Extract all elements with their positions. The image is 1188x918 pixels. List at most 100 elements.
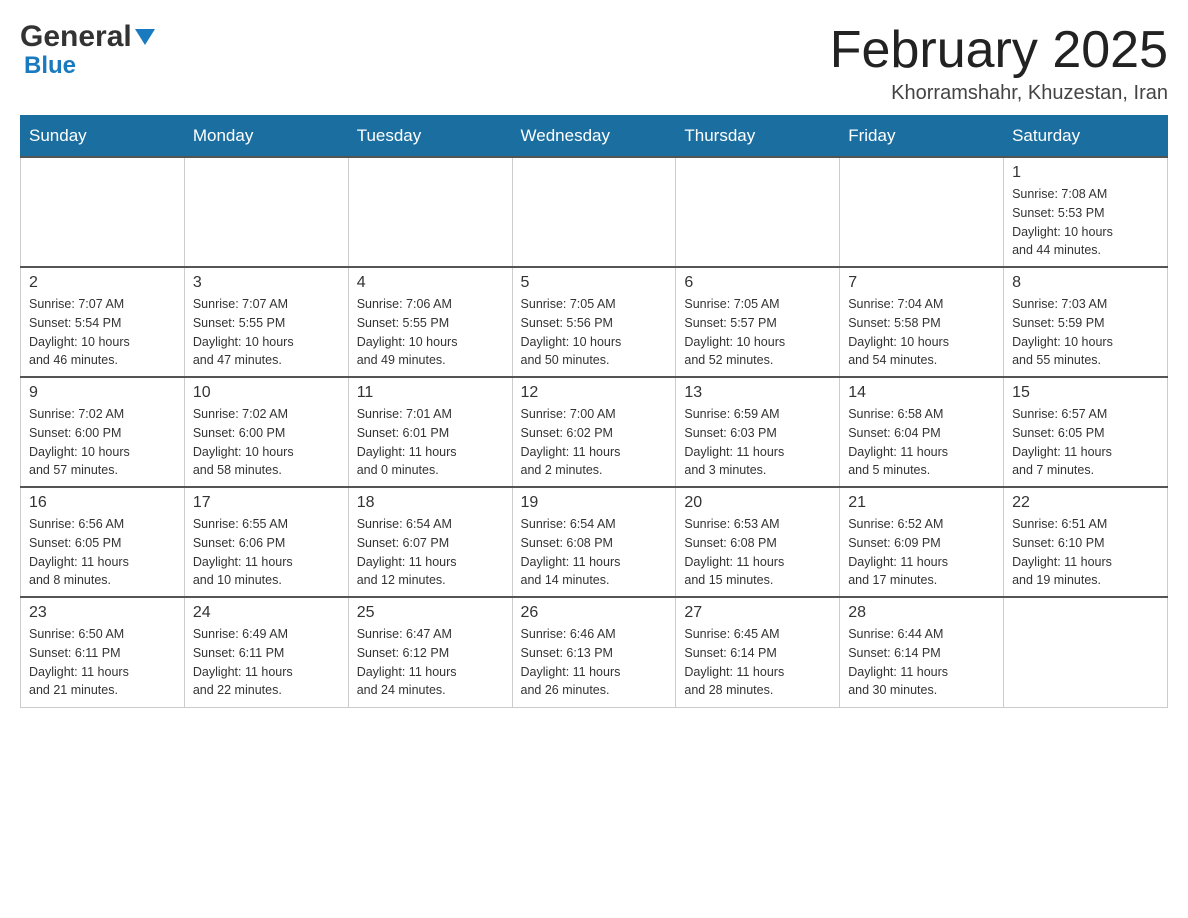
day-info: Sunrise: 7:02 AMSunset: 6:00 PMDaylight:… [193,405,340,480]
day-number: 7 [848,274,995,292]
logo-general-text: General [20,20,132,54]
calendar-cell: 22 Sunrise: 6:51 AMSunset: 6:10 PMDayligh… [1004,487,1168,597]
calendar-cell: 5Sunrise: 7:05 AMSunset: 5:56 PMDaylight… [512,267,676,377]
day-number: 24 [193,604,340,622]
day-info: Sunrise: 7:01 AMSunset: 6:01 PMDaylight:… [357,405,504,480]
calendar-cell: 1 Sunrise: 7:08 AMSunset: 5:53 PMDaylight… [1004,157,1168,267]
day-number: 3 [193,274,340,292]
calendar-cell: 10 Sunrise: 7:02 AMSunset: 6:00 PMDayligh… [184,377,348,487]
day-info: Sunrise: 6:56 AMSunset: 6:05 PMDaylight:… [29,515,176,590]
day-header-saturday: Saturday [1004,116,1168,158]
calendar-cell: 16 Sunrise: 6:56 AMSunset: 6:05 PMDayligh… [21,487,185,597]
day-number: 26 [521,604,668,622]
day-header-monday: Monday [184,116,348,158]
logo-blue-text: Blue [24,52,76,79]
calendar-cell: 21 Sunrise: 6:52 AMSunset: 6:09 PMDayligh… [840,487,1004,597]
logo-triangle-icon [135,29,155,50]
day-header-friday: Friday [840,116,1004,158]
day-number: 2 [29,274,176,292]
calendar-week-row: 1 Sunrise: 7:08 AMSunset: 5:53 PMDaylight… [21,157,1168,267]
day-number: 13 [684,384,831,402]
day-number: 9 [29,384,176,402]
calendar-cell: 11 Sunrise: 7:01 AMSunset: 6:01 PMDayligh… [348,377,512,487]
day-info: Sunrise: 7:02 AMSunset: 6:00 PMDaylight:… [29,405,176,480]
calendar-week-row: 2 Sunrise: 7:07 AMSunset: 5:54 PMDaylight… [21,267,1168,377]
calendar-cell: 14Sunrise: 6:58 AMSunset: 6:04 PMDayligh… [840,377,1004,487]
day-number: 16 [29,494,176,512]
calendar-cell [184,157,348,267]
calendar-cell: 9 Sunrise: 7:02 AMSunset: 6:00 PMDaylight… [21,377,185,487]
location-text: Khorramshahr, Khuzestan, Iran [830,82,1168,105]
day-info: Sunrise: 7:05 AMSunset: 5:56 PMDaylight:… [521,295,668,370]
day-info: Sunrise: 6:52 AMSunset: 6:09 PMDaylight:… [848,515,995,590]
day-number: 20 [684,494,831,512]
day-info: Sunrise: 7:08 AMSunset: 5:53 PMDaylight:… [1012,185,1159,260]
day-number: 6 [684,274,831,292]
calendar-week-row: 16 Sunrise: 6:56 AMSunset: 6:05 PMDayligh… [21,487,1168,597]
day-info: Sunrise: 6:53 AMSunset: 6:08 PMDaylight:… [684,515,831,590]
calendar-cell: 24 Sunrise: 6:49 AMSunset: 6:11 PMDayligh… [184,597,348,707]
day-info: Sunrise: 6:55 AMSunset: 6:06 PMDaylight:… [193,515,340,590]
calendar-cell [21,157,185,267]
day-number: 10 [193,384,340,402]
calendar-cell: 17 Sunrise: 6:55 AMSunset: 6:06 PMDayligh… [184,487,348,597]
calendar-cell: 2 Sunrise: 7:07 AMSunset: 5:54 PMDaylight… [21,267,185,377]
day-info: Sunrise: 6:59 AMSunset: 6:03 PMDaylight:… [684,405,831,480]
calendar-cell: 15 Sunrise: 6:57 AMSunset: 6:05 PMDayligh… [1004,377,1168,487]
calendar-cell: 25Sunrise: 6:47 AMSunset: 6:12 PMDayligh… [348,597,512,707]
day-info: Sunrise: 6:54 AMSunset: 6:08 PMDaylight:… [521,515,668,590]
day-info: Sunrise: 7:07 AMSunset: 5:55 PMDaylight:… [193,295,340,370]
day-number: 19 [521,494,668,512]
day-number: 22 [1012,494,1159,512]
calendar-cell: 13 Sunrise: 6:59 AMSunset: 6:03 PMDayligh… [676,377,840,487]
calendar-cell [348,157,512,267]
calendar-cell: 27 Sunrise: 6:45 AMSunset: 6:14 PMDayligh… [676,597,840,707]
calendar-cell [512,157,676,267]
month-title: February 2025 [830,20,1168,80]
calendar-cell: 18 Sunrise: 6:54 AMSunset: 6:07 PMDayligh… [348,487,512,597]
day-number: 27 [684,604,831,622]
day-info: Sunrise: 6:50 AMSunset: 6:11 PMDaylight:… [29,625,176,700]
day-info: Sunrise: 7:05 AMSunset: 5:57 PMDaylight:… [684,295,831,370]
day-number: 15 [1012,384,1159,402]
day-number: 21 [848,494,995,512]
calendar-cell: 12 Sunrise: 7:00 AMSunset: 6:02 PMDayligh… [512,377,676,487]
day-number: 17 [193,494,340,512]
calendar-cell: 6 Sunrise: 7:05 AMSunset: 5:57 PMDaylight… [676,267,840,377]
calendar-header-row: SundayMondayTuesdayWednesdayThursdayFrid… [21,116,1168,158]
day-info: Sunrise: 6:57 AMSunset: 6:05 PMDaylight:… [1012,405,1159,480]
day-info: Sunrise: 6:45 AMSunset: 6:14 PMDaylight:… [684,625,831,700]
day-info: Sunrise: 7:00 AMSunset: 6:02 PMDaylight:… [521,405,668,480]
day-number: 18 [357,494,504,512]
day-info: Sunrise: 6:54 AMSunset: 6:07 PMDaylight:… [357,515,504,590]
day-info: Sunrise: 6:49 AMSunset: 6:11 PMDaylight:… [193,625,340,700]
day-info: Sunrise: 6:51 AMSunset: 6:10 PMDaylight:… [1012,515,1159,590]
day-number: 1 [1012,164,1159,182]
title-block: February 2025 Khorramshahr, Khuzestan, I… [830,20,1168,105]
calendar-week-row: 9 Sunrise: 7:02 AMSunset: 6:00 PMDaylight… [21,377,1168,487]
day-info: Sunrise: 6:44 AMSunset: 6:14 PMDaylight:… [848,625,995,700]
calendar-cell: 20 Sunrise: 6:53 AMSunset: 6:08 PMDayligh… [676,487,840,597]
day-number: 25 [357,604,504,622]
day-number: 4 [357,274,504,292]
day-number: 11 [357,384,504,402]
calendar-cell: 8 Sunrise: 7:03 AMSunset: 5:59 PMDaylight… [1004,267,1168,377]
calendar-cell [676,157,840,267]
day-header-thursday: Thursday [676,116,840,158]
day-header-sunday: Sunday [21,116,185,158]
calendar-cell: 7 Sunrise: 7:04 AMSunset: 5:58 PMDaylight… [840,267,1004,377]
calendar-cell: 19 Sunrise: 6:54 AMSunset: 6:08 PMDayligh… [512,487,676,597]
calendar-cell: 3 Sunrise: 7:07 AMSunset: 5:55 PMDaylight… [184,267,348,377]
day-info: Sunrise: 7:04 AMSunset: 5:58 PMDaylight:… [848,295,995,370]
day-info: Sunrise: 6:46 AMSunset: 6:13 PMDaylight:… [521,625,668,700]
page-header: General Blue February 2025 Khorramshahr,… [20,20,1168,105]
day-number: 14 [848,384,995,402]
calendar-cell: 4Sunrise: 7:06 AMSunset: 5:55 PMDaylight… [348,267,512,377]
day-info: Sunrise: 7:07 AMSunset: 5:54 PMDaylight:… [29,295,176,370]
calendar-cell: 26 Sunrise: 6:46 AMSunset: 6:13 PMDayligh… [512,597,676,707]
calendar-table: SundayMondayTuesdayWednesdayThursdayFrid… [20,115,1168,708]
day-info: Sunrise: 7:03 AMSunset: 5:59 PMDaylight:… [1012,295,1159,370]
day-number: 8 [1012,274,1159,292]
day-number: 12 [521,384,668,402]
day-header-wednesday: Wednesday [512,116,676,158]
